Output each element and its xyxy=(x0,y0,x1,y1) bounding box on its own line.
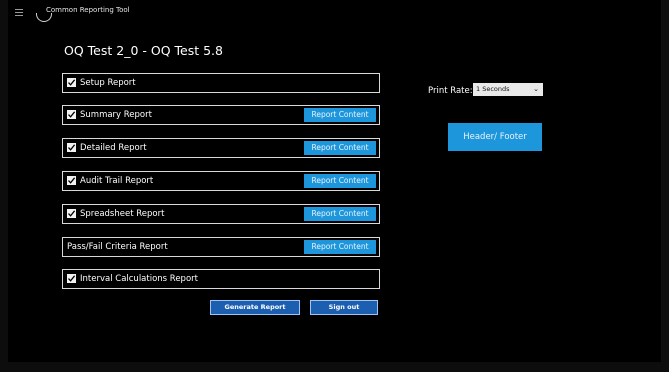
report-label: Detailed Report xyxy=(80,143,147,153)
report-label: Setup Report xyxy=(80,78,136,88)
sign-out-button[interactable]: Sign out xyxy=(310,300,378,315)
report-content-button[interactable]: Report Content xyxy=(304,141,376,155)
report-row-setup: Setup Report xyxy=(62,73,380,93)
report-row-summary: Summary Report Report Content xyxy=(62,105,380,125)
report-content-button[interactable]: Report Content xyxy=(304,207,376,221)
report-label[interactable]: Pass/Fail Criteria Report xyxy=(67,242,168,252)
report-row-spreadsheet: Spreadsheet Report Report Content xyxy=(62,204,380,224)
checkbox-checked-icon[interactable] xyxy=(67,209,76,218)
checkbox-checked-icon[interactable] xyxy=(67,143,76,152)
checkbox-checked-icon[interactable] xyxy=(67,176,76,185)
page-title: OQ Test 2_0 - OQ Test 5.8 xyxy=(64,43,223,58)
header-footer-button[interactable]: Header/ Footer xyxy=(448,123,542,151)
generate-report-button[interactable]: Generate Report xyxy=(210,300,300,315)
checkbox-checked-icon[interactable] xyxy=(67,110,76,119)
chevron-down-icon: ⌄ xyxy=(533,85,539,93)
report-label: Summary Report xyxy=(80,110,152,120)
print-rate-value: 1 Seconds xyxy=(476,85,510,93)
checkbox-checked-icon[interactable] xyxy=(67,274,76,283)
report-row-pass-fail: Pass/Fail Criteria Report Report Content xyxy=(62,237,380,257)
report-label: Audit Trail Report xyxy=(80,176,154,186)
report-row-detailed: Detailed Report Report Content xyxy=(62,138,380,158)
hamburger-icon[interactable] xyxy=(15,9,23,16)
print-rate-label: Print Rate: xyxy=(428,86,473,96)
report-row-interval-calculations: Interval Calculations Report xyxy=(62,269,380,289)
report-label: Spreadsheet Report xyxy=(80,209,165,219)
report-row-audit-trail: Audit Trail Report Report Content xyxy=(62,171,380,191)
app-title: Common Reporting Tool xyxy=(46,6,130,14)
report-content-button[interactable]: Report Content xyxy=(304,174,376,188)
checkbox-checked-icon[interactable] xyxy=(67,78,76,87)
report-content-button[interactable]: Report Content xyxy=(304,240,376,254)
print-rate-select[interactable]: 1 Seconds ⌄ xyxy=(473,83,543,96)
report-content-button[interactable]: Report Content xyxy=(304,108,376,122)
report-label: Interval Calculations Report xyxy=(80,274,198,284)
